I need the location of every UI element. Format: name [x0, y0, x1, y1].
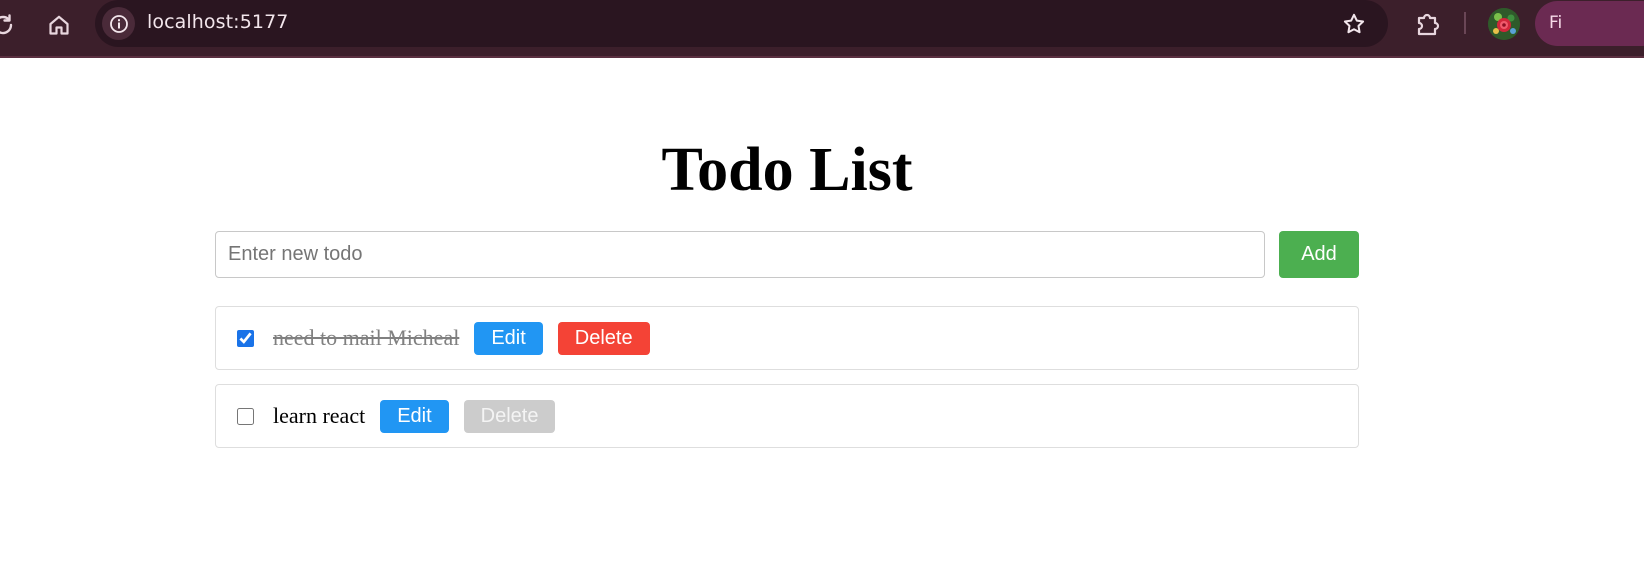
- address-bar[interactable]: localhost:5177: [95, 0, 1388, 47]
- delete-button[interactable]: Delete: [463, 399, 556, 433]
- todo-text: need to mail Micheal: [273, 325, 460, 350]
- avatar[interactable]: [1488, 8, 1520, 40]
- page-title: Todo List: [661, 136, 913, 204]
- reload-icon[interactable]: [0, 10, 18, 40]
- info-icon[interactable]: [102, 7, 135, 40]
- edit-button[interactable]: Edit: [380, 399, 449, 433]
- todo-item: learn react Edit Delete: [215, 384, 1359, 448]
- star-icon[interactable]: [1338, 8, 1370, 40]
- toolbar-divider: [1464, 12, 1466, 34]
- home-icon[interactable]: [42, 8, 76, 42]
- todo-item: need to mail Micheal Edit Delete: [215, 306, 1359, 370]
- browser-toolbar: localhost:5177 Fi: [0, 0, 1644, 58]
- url-text[interactable]: localhost:5177: [147, 11, 288, 33]
- add-button[interactable]: Add: [1279, 231, 1359, 278]
- todo-text: learn react: [273, 403, 366, 428]
- puzzle-icon[interactable]: [1410, 6, 1446, 42]
- todo-list: need to mail Micheal Edit Delete learn r…: [215, 306, 1359, 462]
- todo-checkbox[interactable]: [237, 329, 254, 347]
- todo-checkbox[interactable]: [237, 407, 254, 425]
- new-todo-input[interactable]: [215, 231, 1265, 278]
- delete-button[interactable]: Delete: [557, 321, 650, 355]
- edit-button[interactable]: Edit: [474, 321, 543, 355]
- profile-button[interactable]: Fi: [1535, 1, 1644, 46]
